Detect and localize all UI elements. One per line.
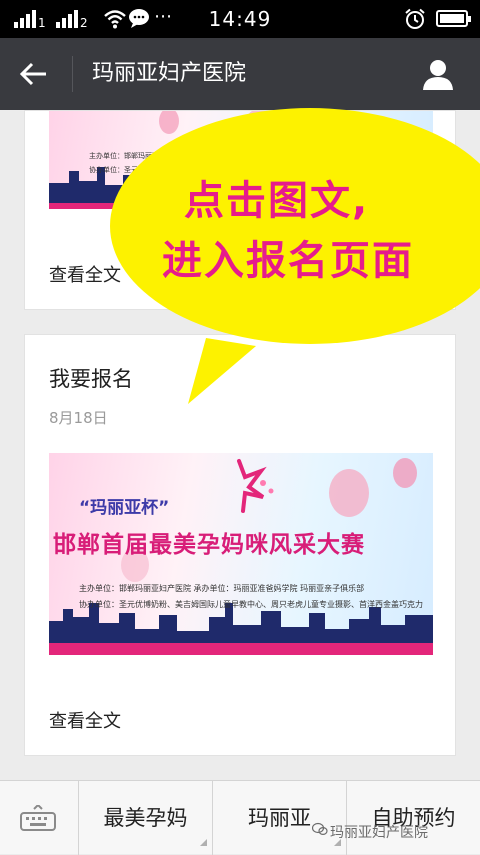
keyboard-toggle-button[interactable] [0, 781, 78, 855]
callout-line-1: 点击图文, [184, 178, 370, 224]
menu-item-maria[interactable]: 玛丽亚 [213, 781, 346, 855]
banner-contest-title: 邯郸首届最美孕妈咪风采大赛 [53, 532, 365, 558]
banner-cup-title: “玛丽亚杯” [79, 498, 170, 518]
callout-bubble: 点击图文, 进入报名页面 [96, 108, 480, 408]
account-title: 玛丽亚妇产医院 [92, 61, 247, 86]
submenu-indicator-icon [200, 839, 207, 846]
menu-item-best-mom[interactable]: 最美孕妈 [79, 781, 212, 855]
callout-line-2: 进入报名页面 [162, 238, 414, 284]
article-banner-image[interactable]: “玛丽亚杯” 邯郸首届最美孕妈咪风采大赛 主办单位：邯郸玛丽亚妇产医院 承办单位… [49, 453, 433, 655]
menu-item-self-booking[interactable]: 自助预约 [347, 781, 480, 855]
article-date: 8月18日 [49, 409, 108, 427]
banner-co-organizer-text: 协办单位：圣元优博奶粉、美吉姆国际儿童早教中心、周只老虎儿童专业摄影、首洋西金盖… [79, 600, 423, 609]
watermark-chat-icon [312, 822, 328, 836]
read-more-link[interactable]: 查看全文 [49, 707, 121, 733]
user-profile-icon[interactable] [420, 56, 456, 92]
battery-icon [436, 10, 471, 27]
watermark-text: 玛丽亚妇产医院 [330, 825, 428, 841]
bottom-menu-bar: 最美孕妈 玛丽亚 自助预约 [0, 780, 480, 855]
banner-organizer-text: 主办单位：邯郸玛丽亚妇产医院 承办单位：玛丽亚准爸妈学院 玛丽亚亲子俱乐部 [79, 584, 365, 593]
keyboard-icon [20, 805, 56, 831]
chat-header: 玛丽亚妇产医院 [0, 38, 480, 110]
status-bar: 1 2 ⋯ 14:49 [0, 0, 480, 38]
header-divider [72, 56, 73, 92]
back-arrow-icon[interactable] [18, 58, 50, 90]
alarm-icon [405, 8, 425, 29]
